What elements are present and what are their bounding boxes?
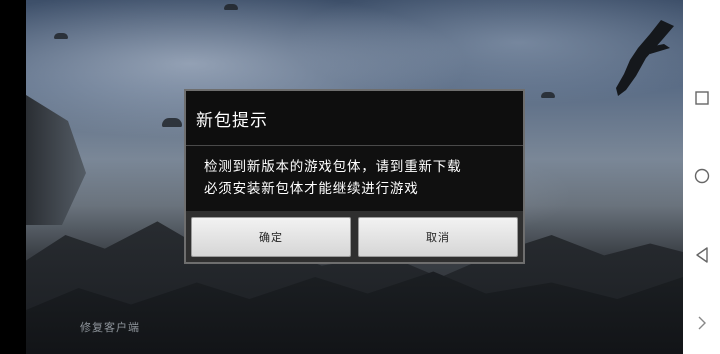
system-navigation-bar bbox=[683, 0, 720, 354]
parachute bbox=[541, 92, 555, 98]
cliff-rock bbox=[26, 95, 86, 225]
parachute bbox=[224, 4, 238, 10]
repair-client-link[interactable]: 修复客户端 bbox=[80, 319, 140, 335]
back-button[interactable] bbox=[683, 235, 720, 275]
home-button[interactable] bbox=[683, 156, 720, 196]
left-black-bar bbox=[0, 0, 26, 354]
dialog-button-row: 确定 取消 bbox=[186, 211, 523, 262]
dialog-message-line: 必须安装新包体才能继续进行游戏 bbox=[204, 181, 419, 197]
dialog-message-line: 检测到新版本的游戏包体，请到重新下载 bbox=[204, 159, 462, 175]
new-package-dialog: 新包提示 检测到新版本的游戏包体，请到重新下载 必须安装新包体才能继续进行游戏 … bbox=[184, 89, 525, 264]
circle-icon bbox=[694, 168, 709, 184]
dialog-header: 新包提示 bbox=[186, 91, 523, 146]
parachute bbox=[54, 33, 68, 39]
cancel-button[interactable]: 取消 bbox=[358, 216, 518, 257]
parachute bbox=[162, 118, 182, 127]
skydiver-silhouette bbox=[616, 20, 674, 96]
recent-apps-button[interactable] bbox=[683, 78, 720, 118]
dialog-title: 新包提示 bbox=[196, 110, 268, 131]
chevron-right-icon bbox=[698, 316, 706, 330]
confirm-button[interactable]: 确定 bbox=[191, 216, 351, 257]
square-icon bbox=[694, 91, 709, 105]
triangle-back-icon bbox=[695, 247, 708, 263]
dialog-body: 检测到新版本的游戏包体，请到重新下载 必须安装新包体才能继续进行游戏 bbox=[186, 146, 523, 211]
expand-nav-button[interactable] bbox=[683, 303, 720, 343]
